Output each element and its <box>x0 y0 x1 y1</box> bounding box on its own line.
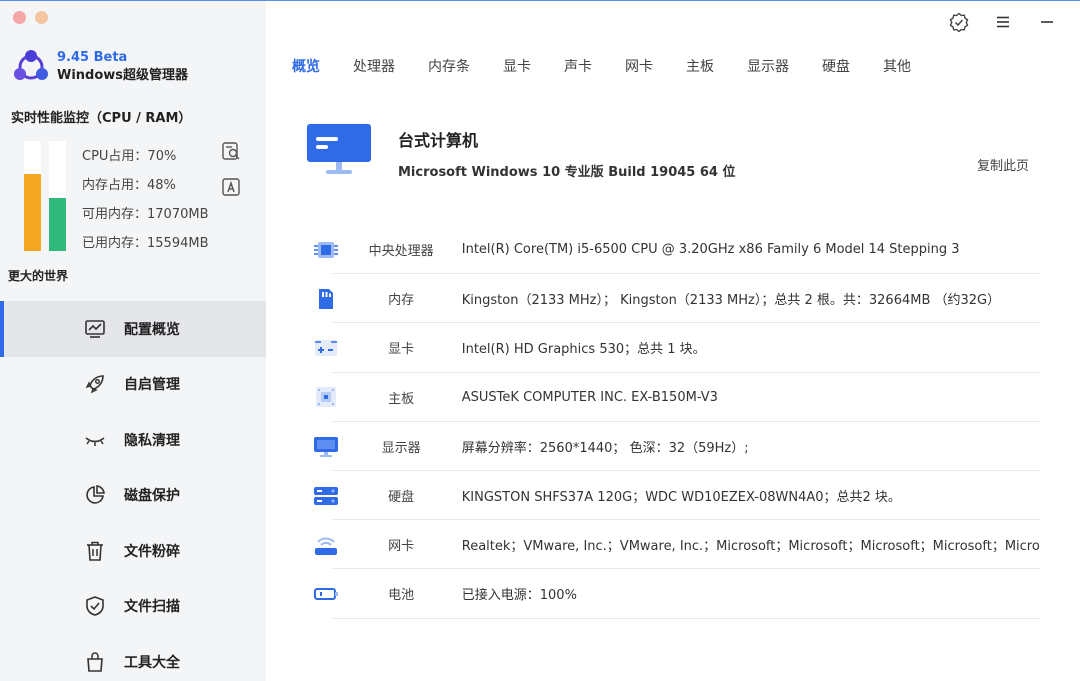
scan-report-icon[interactable] <box>221 141 241 161</box>
tab-sound[interactable]: 声卡 <box>564 57 592 79</box>
sidebar-item-label: 磁盘保护 <box>124 488 180 505</box>
window-controls <box>13 11 48 24</box>
graphics-card-icon <box>312 333 340 363</box>
hardware-label: 显示器 <box>381 440 421 456</box>
used-memory-text: 已用内存：15594MB <box>82 236 209 251</box>
sidebar-item-startup[interactable]: 自启管理 <box>0 357 266 413</box>
main-panel: 概览 处理器 内存条 显卡 声卡 网卡 主板 显示器 硬盘 其他 台式计算机 M… <box>266 1 1080 681</box>
sidebar-item-privacy[interactable]: 隐私清理 <box>0 412 266 468</box>
sidebar-item-file-scan[interactable]: 文件扫描 <box>0 579 266 635</box>
hardware-row-network: 网卡 Realtek；VMware, Inc.；VMware, Inc.；Mic… <box>312 520 1040 570</box>
sidebar-item-file-shred[interactable]: 文件粉碎 <box>0 523 266 579</box>
hardware-row-cpu: 中央处理器 Intel(R) Core(TM) i5-6500 CPU @ 3.… <box>312 225 1040 275</box>
hardware-value: KINGSTON SHFS37A 120G；WDC WD10EZEX-08WN4… <box>461 490 901 506</box>
hardware-label: 电池 <box>388 588 415 604</box>
hardware-value: Intel(R) Core(TM) i5-6500 CPU @ 3.20GHz … <box>461 242 960 258</box>
window-close-button[interactable] <box>13 11 26 24</box>
computer-type: 台式计算机 <box>398 131 479 150</box>
sidebar-item-config-overview[interactable]: 配置概览 <box>0 301 266 357</box>
app-name: Windows超级管理器 <box>57 68 189 83</box>
shield-check-icon <box>84 595 106 617</box>
memory-clean-icon[interactable] <box>221 177 241 197</box>
hardware-value: Intel(R) HD Graphics 530；总共 1 块。 <box>461 342 706 358</box>
tab-network[interactable]: 网卡 <box>625 57 653 79</box>
motherboard-icon <box>312 382 340 412</box>
ram-usage-fill <box>49 198 66 251</box>
tab-overview[interactable]: 概览 <box>292 57 320 79</box>
category-tabs: 概览 处理器 内存条 显卡 声卡 网卡 主板 显示器 硬盘 其他 <box>292 57 944 79</box>
hardware-row-battery: 电池 已接入电源：100% <box>312 569 1040 619</box>
hardware-label: 主板 <box>388 391 415 407</box>
hardware-row-graphics: 显卡 Intel(R) HD Graphics 530；总共 1 块。 <box>312 323 1040 373</box>
sidebar-item-label: 文件粉碎 <box>124 543 180 560</box>
sidebar: 9.45 Beta Windows超级管理器 实时性能监控（CPU / RAM）… <box>0 1 266 681</box>
cpu-usage-text: CPU占用：70% <box>82 149 177 164</box>
hardware-row-disk: 硬盘 KINGSTON SHFS37A 120G；WDC WD10EZEX-08… <box>312 471 1040 521</box>
minimize-icon[interactable] <box>1036 12 1058 32</box>
sidebar-item-disk-protect[interactable]: 磁盘保护 <box>0 468 266 524</box>
rocket-icon <box>84 373 106 395</box>
hardware-value: 已接入电源：100% <box>461 588 577 604</box>
chart-monitor-icon <box>84 318 106 340</box>
desktop-computer-icon <box>307 124 371 174</box>
hardware-row-memory: 内存 Kingston（2133 MHz）； Kingston（2133 MHz… <box>312 274 1040 324</box>
monitor-title: 实时性能监控（CPU / RAM） <box>11 111 192 126</box>
world-label: 更大的世界 <box>8 269 69 283</box>
ram-usage-bar <box>49 141 66 251</box>
tab-motherboard[interactable]: 主板 <box>686 57 714 79</box>
hardware-label: 网卡 <box>388 539 415 555</box>
wifi-router-icon <box>312 530 340 560</box>
window-minimize-button[interactable] <box>35 11 48 24</box>
tab-memory[interactable]: 内存条 <box>428 57 470 79</box>
hardware-value: Realtek；VMware, Inc.；VMware, Inc.；Micros… <box>461 539 1040 555</box>
cpu-usage-fill <box>24 174 41 251</box>
hard-disk-icon <box>312 481 340 511</box>
tab-disk[interactable]: 硬盘 <box>822 57 850 79</box>
title-bar-actions <box>948 12 1058 32</box>
display-icon <box>312 431 340 461</box>
sidebar-item-label: 自启管理 <box>124 377 180 394</box>
sidebar-nav: 配置概览 自启管理 隐私清理 磁盘保护 文件粉碎 文件扫描 工具大全 <box>0 301 266 681</box>
sidebar-item-label: 工具大全 <box>124 654 180 671</box>
bag-icon <box>84 651 106 673</box>
app-window: 9.45 Beta Windows超级管理器 实时性能监控（CPU / RAM）… <box>0 0 1080 681</box>
tab-processor[interactable]: 处理器 <box>353 57 395 79</box>
tab-monitor[interactable]: 显示器 <box>747 57 789 79</box>
copy-page-button[interactable]: 复制此页 <box>977 155 1029 174</box>
os-version: Microsoft Windows 10 专业版 Build 19045 64 … <box>398 165 736 180</box>
hardware-row-display: 显示器 屏幕分辨率：2560*1440； 色深：32（59Hz）; <box>312 422 1040 472</box>
sidebar-item-label: 文件扫描 <box>124 599 180 616</box>
hardware-label: 显卡 <box>388 342 415 358</box>
available-memory-text: 可用内存：17070MB <box>82 207 209 222</box>
app-version: 9.45 Beta <box>57 50 128 65</box>
closed-eye-icon <box>84 429 106 451</box>
hardware-list: 中央处理器 Intel(R) Core(TM) i5-6500 CPU @ 3.… <box>312 225 1040 619</box>
hardware-value: ASUSTeK COMPUTER INC. EX-B150M-V3 <box>461 389 718 405</box>
verified-badge-icon[interactable] <box>948 12 970 32</box>
hardware-value: 屏幕分辨率：2560*1440； 色深：32（59Hz）; <box>461 440 749 456</box>
memory-card-icon <box>312 284 340 314</box>
hardware-label: 中央处理器 <box>368 244 434 260</box>
performance-bars <box>24 141 66 251</box>
hardware-row-motherboard: 主板 ASUSTeK COMPUTER INC. EX-B150M-V3 <box>312 373 1040 422</box>
hardware-label: 硬盘 <box>388 490 415 506</box>
menu-icon[interactable] <box>992 12 1014 32</box>
sidebar-item-label: 配置概览 <box>124 321 180 338</box>
performance-stats: CPU占用：70% 内存占用：48% 可用内存：17070MB 已用内存：155… <box>82 147 209 263</box>
hardware-label: 内存 <box>388 293 415 309</box>
pie-chart-icon <box>84 484 106 506</box>
ram-usage-text: 内存占用：48% <box>82 178 176 193</box>
tab-graphics[interactable]: 显卡 <box>503 57 531 79</box>
sidebar-item-label: 隐私清理 <box>124 432 180 449</box>
app-logo-icon <box>14 50 48 80</box>
brand: 9.45 Beta Windows超级管理器 <box>11 47 188 87</box>
system-summary: 台式计算机 Microsoft Windows 10 专业版 Build 190… <box>306 123 736 180</box>
cpu-usage-bar <box>24 141 41 251</box>
battery-icon <box>312 579 340 609</box>
trash-icon <box>84 540 106 562</box>
hardware-value: Kingston（2133 MHz）； Kingston（2133 MHz）；总… <box>461 293 1001 309</box>
sidebar-item-tools[interactable]: 工具大全 <box>0 634 266 681</box>
cpu-chip-icon <box>312 235 340 265</box>
tab-other[interactable]: 其他 <box>883 57 911 79</box>
